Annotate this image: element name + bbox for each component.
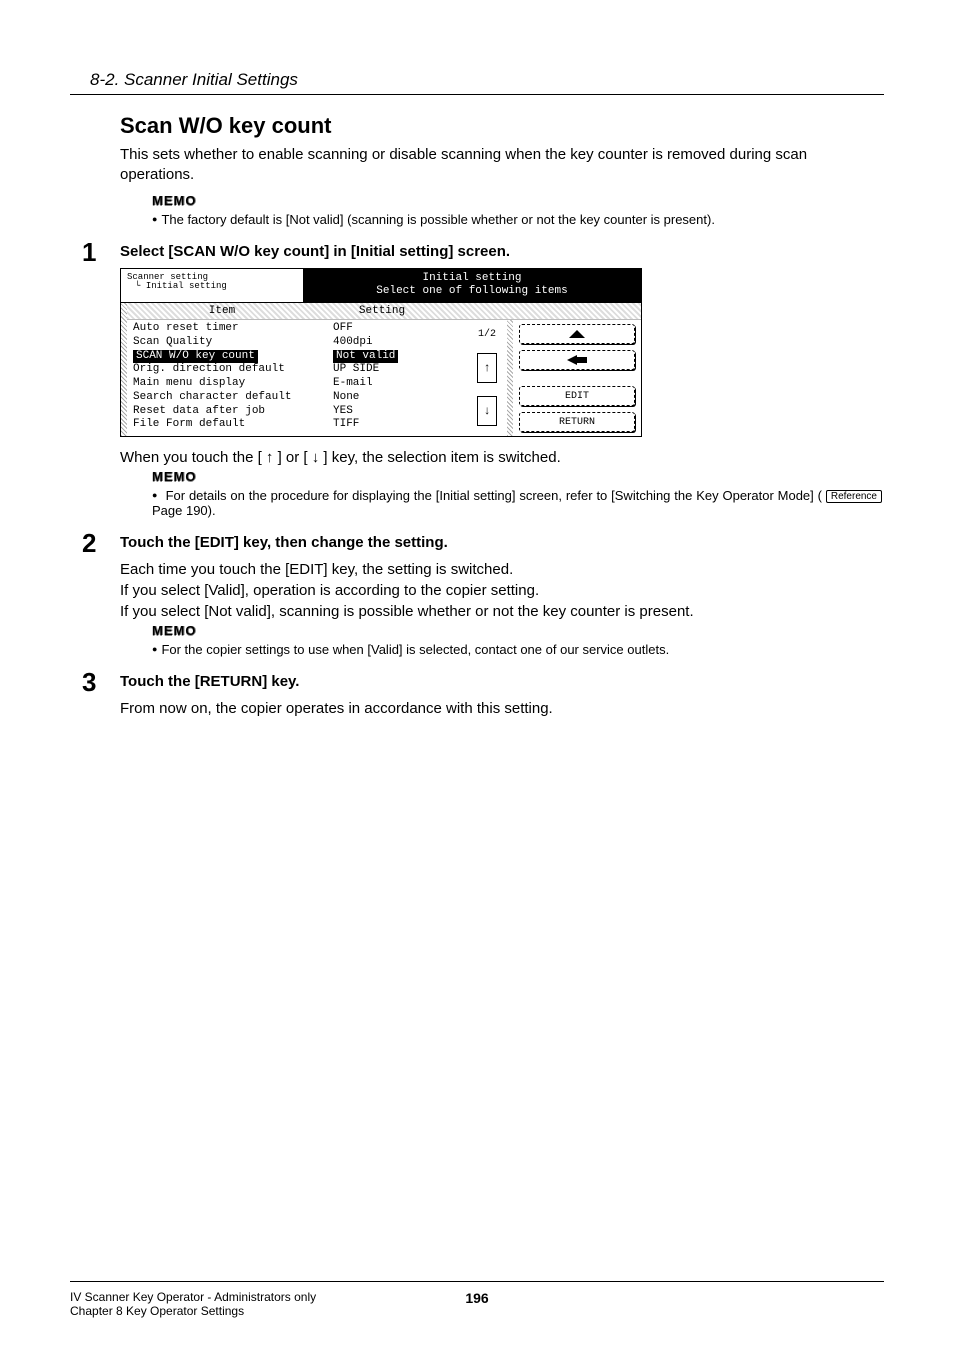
intro-paragraph: This sets whether to enable scanning or … — [120, 145, 884, 186]
footer-right — [489, 1290, 884, 1318]
footer-page-number: 196 — [465, 1290, 488, 1318]
step-1-title: Select [SCAN W/O key count] in [Initial … — [120, 243, 884, 260]
lcd-setting-4: E-mail — [333, 377, 463, 391]
lcd-item-3[interactable]: Orig. direction default — [133, 363, 323, 377]
intro-memo-note: The factory default is [Not valid] (scan… — [152, 212, 884, 227]
step-2-memo-note: For the copier settings to use when [Val… — [152, 642, 884, 657]
page: 8-2. Scanner Initial Settings Scan W/O k… — [0, 0, 954, 1348]
lcd-setting-0: OFF — [333, 322, 463, 336]
step-1: 1 Select [SCAN W/O key count] in [Initia… — [120, 243, 884, 519]
footer-left-line1: IV Scanner Key Operator - Administrators… — [70, 1290, 465, 1304]
lcd-column-headers: Item Setting — [127, 303, 641, 320]
step-1-after-lcd: When you touch the [ ↑ ] or [ ↓ ] key, t… — [120, 447, 884, 468]
lcd-banner-line1: Initial setting — [307, 272, 637, 286]
lcd-item-7[interactable]: File Form default — [133, 418, 323, 432]
lcd-screenshot: Scanner setting └ Initial setting Initia… — [120, 268, 642, 438]
lcd-setting-1: 400dpi — [333, 336, 463, 350]
lcd-arrow-column: 1/2 ↑ ↓ — [467, 320, 507, 436]
memo-label: MEMO — [152, 193, 196, 208]
step-1-memo-tail: Page 190). — [152, 503, 216, 518]
step-2-line3: If you select [Not valid], scanning is p… — [120, 601, 884, 622]
lcd-main-pane: Item Setting Auto reset timer Scan Quali… — [127, 303, 641, 436]
lcd-item-5[interactable]: Search character default — [133, 391, 323, 405]
lcd-setting-7: TIFF — [333, 418, 463, 432]
lcd-banner: Initial setting Select one of following … — [303, 269, 641, 303]
step-3-line1: From now on, the copier operates in acco… — [120, 698, 884, 719]
lcd-setting-2-selected: Not valid — [333, 350, 398, 364]
step-1-number: 1 — [82, 237, 96, 268]
footer-left: IV Scanner Key Operator - Administrators… — [70, 1290, 465, 1318]
step-3: 3 Touch the [RETURN] key. From now on, t… — [120, 673, 884, 719]
memo-label-1: MEMO — [152, 469, 196, 484]
lcd-crumb-2: └ Initial setting — [127, 282, 297, 292]
lcd-top-row: Scanner setting └ Initial setting Initia… — [121, 269, 641, 303]
step-2: 2 Touch the [EDIT] key, then change the … — [120, 534, 884, 657]
up-arrow-button[interactable]: ↑ — [477, 353, 497, 383]
down-arrow-button[interactable]: ↓ — [477, 396, 497, 426]
page-title: Scan W/O key count — [120, 113, 884, 139]
lcd-body: Item Setting Auto reset timer Scan Quali… — [121, 302, 641, 436]
lcd-lists-row: Auto reset timer Scan Quality SCAN W/O k… — [127, 320, 641, 436]
back-icon-button[interactable] — [519, 350, 635, 370]
lcd-page-indicator: 1/2 — [478, 329, 496, 340]
lcd-breadcrumb: Scanner setting └ Initial setting — [121, 269, 303, 303]
memo-label-2: MEMO — [152, 623, 196, 638]
lcd-setting-5: None — [333, 391, 463, 405]
footer-left-line2: Chapter 8 Key Operator Settings — [70, 1304, 465, 1318]
step-3-title: Touch the [RETURN] key. — [120, 673, 884, 690]
lcd-item-6[interactable]: Reset data after job — [133, 405, 323, 419]
lcd-col-item-header: Item — [127, 303, 317, 319]
lcd-item-4[interactable]: Main menu display — [133, 377, 323, 391]
content-area: Scan W/O key count This sets whether to … — [120, 113, 884, 719]
edit-button[interactable]: EDIT — [519, 386, 635, 406]
lcd-item-1[interactable]: Scan Quality — [133, 336, 323, 350]
lcd-setting-6: YES — [333, 405, 463, 419]
step-1-memo-text: For details on the procedure for display… — [166, 488, 822, 503]
lcd-setting-list: OFF 400dpi Not valid UP SIDE E-mail None… — [327, 320, 467, 436]
lcd-item-0[interactable]: Auto reset timer — [133, 322, 323, 336]
return-button[interactable]: RETURN — [519, 412, 635, 432]
section-breadcrumb: 8-2. Scanner Initial Settings — [90, 70, 884, 90]
step-3-number: 3 — [82, 667, 96, 698]
step-2-line2: If you select [Valid], operation is acco… — [120, 580, 884, 601]
page-footer: IV Scanner Key Operator - Administrators… — [70, 1281, 884, 1318]
lcd-right-buttons: EDIT RETURN — [513, 320, 641, 436]
step-2-title: Touch the [EDIT] key, then change the se… — [120, 534, 884, 551]
step-1-memo-note: For details on the procedure for display… — [152, 488, 884, 518]
home-icon-button[interactable] — [519, 324, 635, 344]
lcd-banner-line2: Select one of following items — [307, 285, 637, 299]
lcd-setting-2: Not valid — [333, 350, 463, 364]
breadcrumb-rule — [70, 94, 884, 95]
lcd-item-2[interactable]: SCAN W/O key count — [133, 350, 323, 364]
lcd-col-setting-header: Setting — [317, 303, 447, 319]
reference-icon: Reference — [826, 490, 882, 503]
step-2-number: 2 — [82, 528, 96, 559]
lcd-item-2-selected: SCAN W/O key count — [133, 350, 258, 364]
lcd-item-list: Auto reset timer Scan Quality SCAN W/O k… — [127, 320, 327, 436]
lcd-setting-3: UP SIDE — [333, 363, 463, 377]
step-2-line1: Each time you touch the [EDIT] key, the … — [120, 559, 884, 580]
